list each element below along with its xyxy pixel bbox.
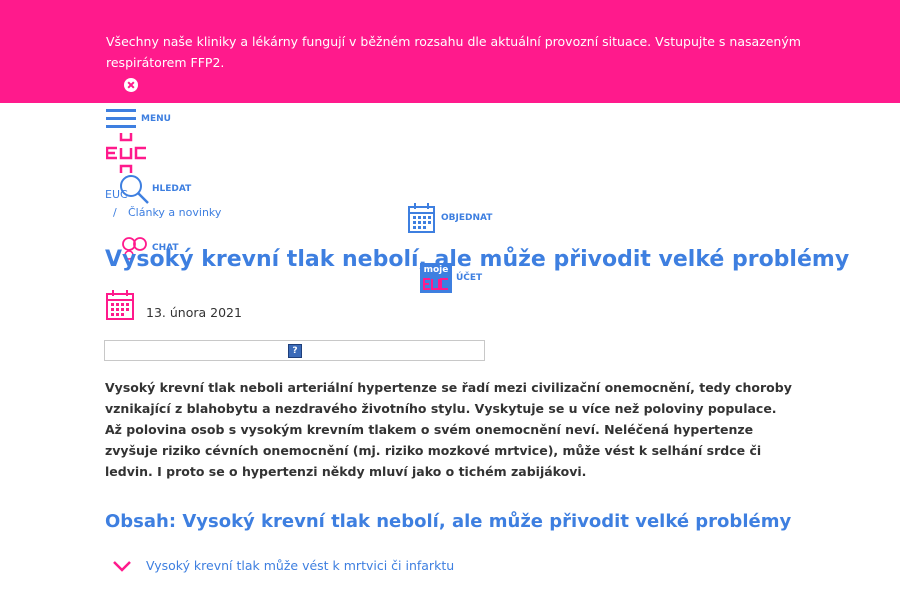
moje-euc-icon: moje bbox=[420, 263, 452, 293]
toc-title: Obsah: Vysoký krevní tlak nebolí, ale mů… bbox=[105, 511, 792, 532]
toc-item-label: Vysoký krevní tlak může vést k mrtvici č… bbox=[146, 558, 455, 573]
breadcrumb-articles[interactable]: Články a novinky bbox=[128, 206, 221, 219]
account-badge-text: moje bbox=[423, 265, 449, 275]
calendar-icon bbox=[106, 290, 134, 320]
hamburger-icon bbox=[106, 109, 136, 129]
menu-button[interactable]: MENU bbox=[106, 108, 171, 130]
search-icon bbox=[120, 175, 149, 204]
chevron-down-icon bbox=[113, 560, 131, 572]
euc-logo[interactable] bbox=[105, 133, 148, 175]
toc-item[interactable]: Vysoký krevní tlak může vést k mrtvici č… bbox=[112, 558, 454, 573]
article-image-placeholder: ? bbox=[104, 340, 485, 361]
account-label: ÚČET bbox=[456, 273, 483, 283]
search-label: HLEDAT bbox=[152, 184, 192, 194]
breadcrumb-separator: / bbox=[113, 206, 117, 219]
order-label: OBJEDNAT bbox=[441, 213, 493, 223]
broken-image-icon: ? bbox=[288, 344, 302, 358]
article-date-row: 13. února 2021 bbox=[106, 290, 242, 320]
menu-label: MENU bbox=[141, 114, 171, 124]
article-intro: Vysoký krevní tlak neboli arteriální hyp… bbox=[105, 380, 792, 479]
close-icon[interactable] bbox=[124, 78, 138, 92]
account-button[interactable]: moje ÚČET bbox=[420, 263, 482, 293]
calendar-icon bbox=[408, 203, 435, 233]
order-button[interactable]: OBJEDNAT bbox=[408, 203, 492, 233]
article-date: 13. února 2021 bbox=[146, 304, 242, 320]
euc-logo-icon bbox=[105, 133, 146, 173]
notice-banner: Všechny naše kliniky a lékárny fungují v… bbox=[0, 0, 900, 103]
notice-text: Všechny naše kliniky a lékárny fungují v… bbox=[106, 34, 801, 70]
search-button[interactable]: HLEDAT bbox=[118, 174, 191, 204]
